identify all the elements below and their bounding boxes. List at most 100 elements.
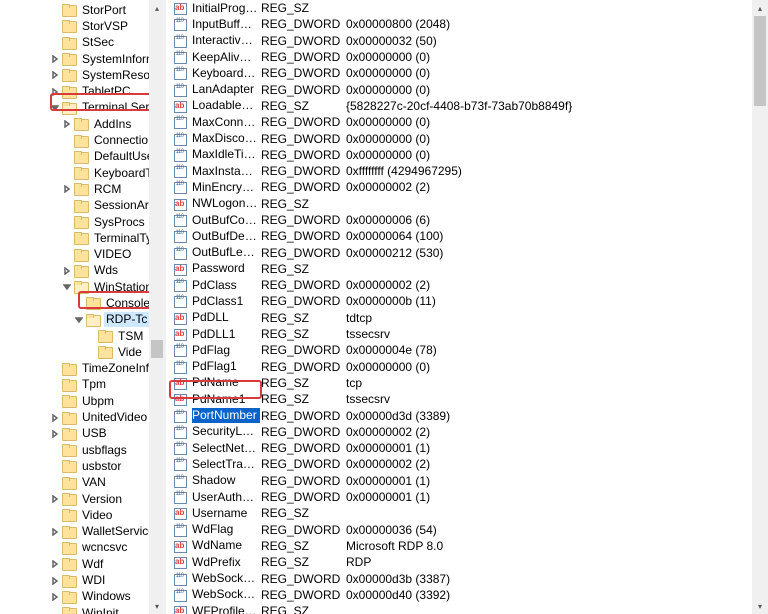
registry-value-row[interactable]: PdClassREG_DWORD0x00000002 (2) [166, 277, 768, 293]
chevron-right-icon[interactable] [48, 51, 61, 67]
registry-value-row[interactable]: MaxConnection...REG_DWORD0x00000000 (0) [166, 114, 768, 130]
chevron-down-icon[interactable] [48, 100, 61, 116]
registry-value-row[interactable]: KeyboardLayoutREG_DWORD0x00000000 (0) [166, 65, 768, 81]
tree-item[interactable]: SystemResou [0, 67, 165, 83]
chevron-right-icon[interactable] [48, 589, 61, 605]
registry-value-row[interactable]: InitialProgramREG_SZ [166, 0, 768, 16]
registry-value-row[interactable]: PdDLL1REG_SZtssecsrv [166, 326, 768, 342]
tree-item[interactable]: Tpm [0, 377, 165, 393]
tree-item[interactable]: WDI [0, 572, 165, 588]
chevron-down-icon[interactable] [60, 279, 73, 295]
registry-value-row[interactable]: PdClass1REG_DWORD0x0000000b (11) [166, 293, 768, 309]
chevron-right-icon[interactable] [60, 116, 73, 132]
registry-value-row[interactable]: PdDLLREG_SZtdtcp [166, 310, 768, 326]
tree-item[interactable]: WinStation [0, 279, 165, 295]
registry-value-row[interactable]: MinEncryptionL...REG_DWORD0x00000002 (2) [166, 179, 768, 195]
tree-item[interactable]: Vide [0, 344, 165, 360]
scroll-thumb[interactable] [754, 16, 766, 106]
tree-item[interactable]: usbflags [0, 442, 165, 458]
scroll-down-icon[interactable]: ▾ [752, 598, 768, 614]
registry-value-row[interactable]: NWLogonServerREG_SZ [166, 196, 768, 212]
registry-value-row[interactable]: MaxIdleTimeREG_DWORD0x00000000 (0) [166, 147, 768, 163]
tree-item[interactable]: RCM [0, 181, 165, 197]
registry-value-row[interactable]: LoadableProtoc...REG_SZ{5828227c-20cf-44… [166, 98, 768, 114]
chevron-right-icon[interactable] [48, 573, 61, 589]
registry-value-row[interactable]: PortNumberREG_DWORD0x00000d3d (3389) [166, 407, 768, 423]
tree-item[interactable]: DefaultUse [0, 149, 165, 165]
tree-item[interactable]: Version [0, 491, 165, 507]
list-scrollbar[interactable]: ▴ ▾ [752, 0, 768, 614]
registry-value-row[interactable]: PdFlag1REG_DWORD0x00000000 (0) [166, 359, 768, 375]
tree-item[interactable]: USB [0, 426, 165, 442]
chevron-down-icon[interactable] [72, 312, 85, 328]
tree-item[interactable]: Windows [0, 589, 165, 605]
tree-item[interactable]: VAN [0, 475, 165, 491]
registry-value-row[interactable]: WdNameREG_SZMicrosoft RDP 8.0 [166, 538, 768, 554]
tree-item[interactable]: wcncsvc [0, 540, 165, 556]
registry-value-row[interactable]: WdFlagREG_DWORD0x00000036 (54) [166, 522, 768, 538]
tree-item[interactable]: TimeZoneInfo [0, 361, 165, 377]
chevron-right-icon[interactable] [48, 524, 61, 540]
chevron-right-icon[interactable] [48, 491, 61, 507]
tree-item[interactable]: Ubpm [0, 393, 165, 409]
tree-item[interactable]: WalletService [0, 524, 165, 540]
registry-value-row[interactable]: WdPrefixREG_SZRDP [166, 554, 768, 570]
tree-item[interactable]: Wds [0, 263, 165, 279]
registry-value-row[interactable]: InteractiveDelayREG_DWORD0x00000032 (50) [166, 33, 768, 49]
tree-item[interactable]: Wdf [0, 556, 165, 572]
registry-value-row[interactable]: PdName1REG_SZtssecsrv [166, 391, 768, 407]
registry-value-row[interactable]: LanAdapterREG_DWORD0x00000000 (0) [166, 81, 768, 97]
registry-value-row[interactable]: ShadowREG_DWORD0x00000001 (1) [166, 473, 768, 489]
tree-item[interactable]: KeyboardT [0, 165, 165, 181]
registry-value-row[interactable]: WebSocketTlsLi...REG_DWORD0x00000d40 (33… [166, 587, 768, 603]
tree-item[interactable]: Video [0, 507, 165, 523]
registry-value-row[interactable]: SecurityLayerREG_DWORD0x00000002 (2) [166, 424, 768, 440]
registry-value-row[interactable]: UserAuthentica...REG_DWORD0x00000001 (1) [166, 489, 768, 505]
chevron-right-icon[interactable] [60, 263, 73, 279]
tree-item[interactable]: StorPort [0, 2, 165, 18]
tree-item[interactable]: SessionArb [0, 198, 165, 214]
chevron-right-icon[interactable] [48, 410, 61, 426]
tree-item[interactable]: TerminalTy [0, 230, 165, 246]
scroll-thumb[interactable] [151, 340, 163, 358]
tree-item[interactable]: SysProcs [0, 214, 165, 230]
chevron-right-icon[interactable] [60, 181, 73, 197]
tree-item[interactable]: StSec [0, 35, 165, 51]
registry-value-row[interactable]: PdNameREG_SZtcp [166, 375, 768, 391]
registry-value-row[interactable]: OutBufLengthREG_DWORD0x00000212 (530) [166, 244, 768, 260]
registry-value-row[interactable]: MaxDisconnect...REG_DWORD0x00000000 (0) [166, 130, 768, 146]
tree-item[interactable]: TabletPC [0, 83, 165, 99]
tree-item[interactable]: UnitedVideo [0, 409, 165, 425]
chevron-right-icon[interactable] [48, 67, 61, 83]
tree-item[interactable]: Console [0, 295, 165, 311]
tree-item[interactable]: SystemInforma [0, 51, 165, 67]
tree-item[interactable]: RDP-Tc [0, 312, 165, 328]
registry-value-row[interactable]: InputBufferLen...REG_DWORD0x00000800 (20… [166, 16, 768, 32]
registry-value-row[interactable]: PasswordREG_SZ [166, 261, 768, 277]
tree-item[interactable]: AddIns [0, 116, 165, 132]
registry-value-row[interactable]: WFProfilePathREG_SZ [166, 603, 768, 614]
registry-value-row[interactable]: OutBufCountREG_DWORD0x00000006 (6) [166, 212, 768, 228]
tree-item[interactable]: VIDEO [0, 246, 165, 262]
scroll-down-icon[interactable]: ▾ [149, 598, 165, 614]
registry-value-row[interactable]: SelectNetwork...REG_DWORD0x00000001 (1) [166, 440, 768, 456]
chevron-right-icon[interactable] [48, 84, 61, 100]
scroll-up-icon[interactable]: ▴ [752, 0, 768, 16]
tree-item[interactable]: WinInit [0, 605, 165, 614]
tree-item[interactable]: StorVSP [0, 18, 165, 34]
registry-value-row[interactable]: SelectTransportREG_DWORD0x00000002 (2) [166, 456, 768, 472]
registry-value-row[interactable]: UsernameREG_SZ [166, 505, 768, 521]
chevron-right-icon[interactable] [48, 556, 61, 572]
chevron-right-icon[interactable] [48, 426, 61, 442]
registry-value-row[interactable]: MaxInstanceCo...REG_DWORD0xffffffff (429… [166, 163, 768, 179]
registry-value-row[interactable]: KeepAliveTimeo...REG_DWORD0x00000000 (0) [166, 49, 768, 65]
scroll-up-icon[interactable]: ▴ [149, 0, 165, 16]
tree-item[interactable]: Connectio [0, 132, 165, 148]
registry-value-row[interactable]: PdFlagREG_DWORD0x0000004e (78) [166, 342, 768, 358]
tree-item[interactable]: TSM [0, 328, 165, 344]
tree-item[interactable]: Terminal Serv [0, 100, 165, 116]
tree-item[interactable]: usbstor [0, 458, 165, 474]
registry-value-row[interactable]: WebSocketListe...REG_DWORD0x00000d3b (33… [166, 570, 768, 586]
tree-scrollbar[interactable]: ▴ ▾ [149, 0, 165, 614]
registry-value-row[interactable]: OutBufDelayREG_DWORD0x00000064 (100) [166, 228, 768, 244]
